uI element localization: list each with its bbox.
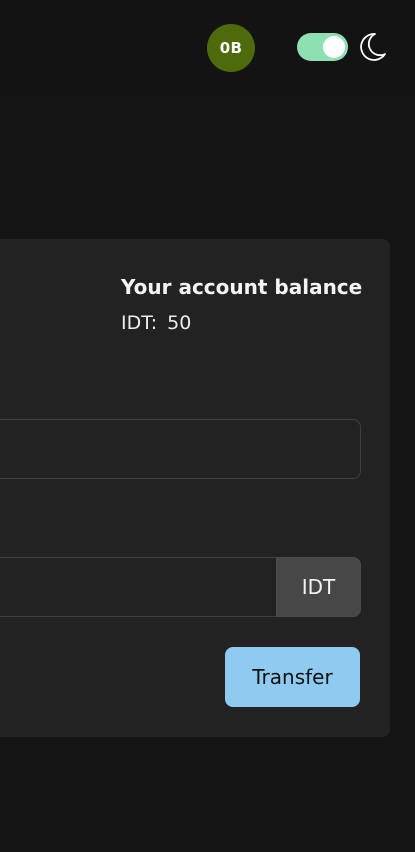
theme-toggle[interactable] [297, 33, 348, 61]
balance-value: IDT: 50 [121, 312, 191, 334]
toggle-knob [323, 36, 345, 58]
recipient-input[interactable] [0, 419, 361, 479]
balance-amount: 50 [167, 312, 192, 334]
balance-currency: IDT: [121, 312, 158, 334]
moon-icon[interactable] [358, 32, 386, 62]
amount-unit-label: IDT [276, 557, 361, 617]
top-bar: 0B [0, 0, 415, 96]
amount-input[interactable] [0, 557, 277, 617]
transfer-button[interactable]: Transfer [225, 647, 360, 707]
avatar[interactable]: 0B [207, 24, 255, 72]
balance-heading: Your account balance [121, 275, 363, 299]
